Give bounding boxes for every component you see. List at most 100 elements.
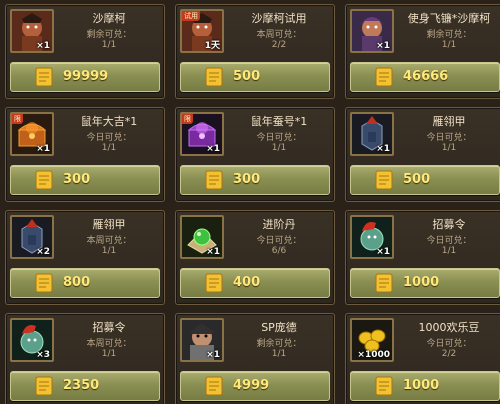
coupon-scroll-icon — [205, 376, 223, 396]
item-limit-count: 1/1 — [101, 349, 117, 359]
buy-button[interactable]: 1000 — [350, 371, 500, 401]
item-limit-label: 今日可兑： — [426, 133, 472, 143]
item-name: 雁翎甲 — [92, 218, 126, 231]
item-limit-count: 1/1 — [101, 143, 117, 153]
shop-item-card: ×1000 1000欢乐豆 今日可兑： 2/2 1000 — [345, 313, 500, 404]
item-limit-label: 今日可兑： — [256, 133, 302, 143]
item-price: 1000 — [403, 378, 440, 393]
buy-button[interactable]: 400 — [180, 268, 330, 298]
item-limit-label: 剩余可兑： — [426, 30, 472, 40]
shop-item-card: ×3 招募令 本周可兑： 1/1 2350 — [5, 313, 165, 404]
item-price: 2350 — [63, 378, 100, 393]
item-limit-count: 1/1 — [441, 40, 457, 50]
shop-item-card: ×1 进阶丹 今日可兑： 6/6 400 — [175, 210, 335, 305]
item-limit-count: 2/2 — [441, 349, 457, 359]
item-quantity: ×2 — [36, 247, 50, 257]
gold-beans-icon[interactable]: ×1000 — [350, 318, 394, 362]
coupon-scroll-icon — [205, 67, 223, 87]
shamoke-skin-portrait-icon[interactable]: ×1 — [350, 9, 394, 53]
sp-pangde-portrait-icon[interactable]: ×1 — [180, 318, 224, 362]
shop-item-card: ×2 雁翎甲 本周可兑： 1/1 800 — [5, 210, 165, 305]
item-limit-count: 1/1 — [271, 143, 287, 153]
item-quantity: 1天 — [204, 41, 220, 51]
coupon-scroll-icon — [35, 170, 53, 190]
item-name: 招募令 — [92, 321, 126, 334]
buy-button[interactable]: 1000 — [350, 268, 500, 298]
buy-button[interactable]: 300 — [10, 165, 160, 195]
item-quantity: ×1 — [206, 247, 220, 257]
item-limit-label: 本周可兑： — [86, 236, 132, 246]
item-quantity: ×1 — [36, 41, 50, 51]
coupon-scroll-icon — [35, 67, 53, 87]
armor-icon[interactable]: ×2 — [10, 215, 54, 259]
buy-button[interactable]: 500 — [180, 62, 330, 92]
item-limit-count: 1/1 — [441, 246, 457, 256]
item-limit-count: 1/1 — [101, 246, 117, 256]
coupon-scroll-icon — [35, 376, 53, 396]
item-limit-label: 本周可兑： — [256, 30, 302, 40]
coupon-scroll-icon — [375, 67, 393, 87]
green-pill-icon[interactable]: ×1 — [180, 215, 224, 259]
shamoke-portrait-icon[interactable]: ×1 — [10, 9, 54, 53]
item-price: 300 — [63, 172, 91, 187]
item-name: 进阶丹 — [262, 218, 296, 231]
shop-item-card: 限 ×1 鼠年大吉*1 今日可兑： 1/1 300 — [5, 107, 165, 202]
buy-button[interactable]: 300 — [180, 165, 330, 195]
limited-badge: 限 — [182, 114, 193, 124]
buy-button[interactable]: 46666 — [350, 62, 500, 92]
item-quantity: ×1000 — [357, 350, 390, 360]
item-name: 雁翎甲 — [432, 115, 466, 128]
coupon-scroll-icon — [205, 273, 223, 293]
purple-treasure-chest-icon[interactable]: 限 ×1 — [180, 112, 224, 156]
coupon-scroll-icon — [35, 273, 53, 293]
item-name: 鼠年大吉*1 — [80, 115, 138, 128]
item-price: 500 — [403, 172, 431, 187]
item-name: 沙摩柯试用 — [251, 12, 307, 25]
item-limit-count: 1/1 — [101, 40, 117, 50]
item-price: 400 — [233, 275, 261, 290]
item-name: 招募令 — [432, 218, 466, 231]
item-name: 鼠年蚕号*1 — [250, 115, 308, 128]
item-limit-count: 2/2 — [271, 40, 287, 50]
item-quantity: ×1 — [206, 350, 220, 360]
item-limit-label: 今日可兑： — [86, 133, 132, 143]
item-price: 99999 — [63, 69, 109, 84]
item-quantity: ×1 — [206, 144, 220, 154]
buy-button[interactable]: 2350 — [10, 371, 160, 401]
coupon-scroll-icon — [375, 170, 393, 190]
item-name: 沙摩柯 — [92, 12, 126, 25]
item-limit-label: 剩余可兑： — [86, 30, 132, 40]
item-quantity: ×1 — [376, 144, 390, 154]
item-limit-label: 今日可兑： — [256, 236, 302, 246]
shop-item-card: ×1 使身飞镰*沙摩柯 剩余可兑： 1/1 46666 — [345, 4, 500, 99]
item-limit-count: 1/1 — [271, 349, 287, 359]
shop-item-card: 试用 1天 沙摩柯试用 本周可兑： 2/2 500 — [175, 4, 335, 99]
orange-treasure-chest-icon[interactable]: 限 ×1 — [10, 112, 54, 156]
item-price: 1000 — [403, 275, 440, 290]
item-price: 800 — [63, 275, 91, 290]
item-name: 1000欢乐豆 — [418, 321, 480, 334]
item-price: 500 — [233, 69, 261, 84]
buy-button[interactable]: 800 — [10, 268, 160, 298]
item-quantity: ×1 — [376, 247, 390, 257]
trial-badge: 试用 — [182, 11, 200, 21]
item-price: 46666 — [403, 69, 449, 84]
coupon-scroll-icon — [375, 376, 393, 396]
shop-item-card: ×1 雁翎甲 今日可兑： 1/1 500 — [345, 107, 500, 202]
recruit-token-icon[interactable]: ×3 — [10, 318, 54, 362]
buy-button[interactable]: 99999 — [10, 62, 160, 92]
item-price: 300 — [233, 172, 261, 187]
recruit-token-icon[interactable]: ×1 — [350, 215, 394, 259]
item-quantity: ×1 — [36, 144, 50, 154]
item-name: SP庞德 — [261, 321, 297, 334]
item-limit-label: 今日可兑： — [426, 339, 472, 349]
armor-icon[interactable]: ×1 — [350, 112, 394, 156]
item-limit-count: 1/1 — [441, 143, 457, 153]
buy-button[interactable]: 4999 — [180, 371, 330, 401]
shop-grid: ×1 沙摩柯 剩余可兑： 1/1 99999 试用 1天 沙摩柯试用 本周可兑：… — [0, 0, 500, 404]
buy-button[interactable]: 500 — [350, 165, 500, 195]
item-price: 4999 — [233, 378, 270, 393]
item-limit-label: 本周可兑： — [86, 339, 132, 349]
shamoke-trial-portrait-icon[interactable]: 试用 1天 — [180, 9, 224, 53]
limited-badge: 限 — [12, 114, 23, 124]
